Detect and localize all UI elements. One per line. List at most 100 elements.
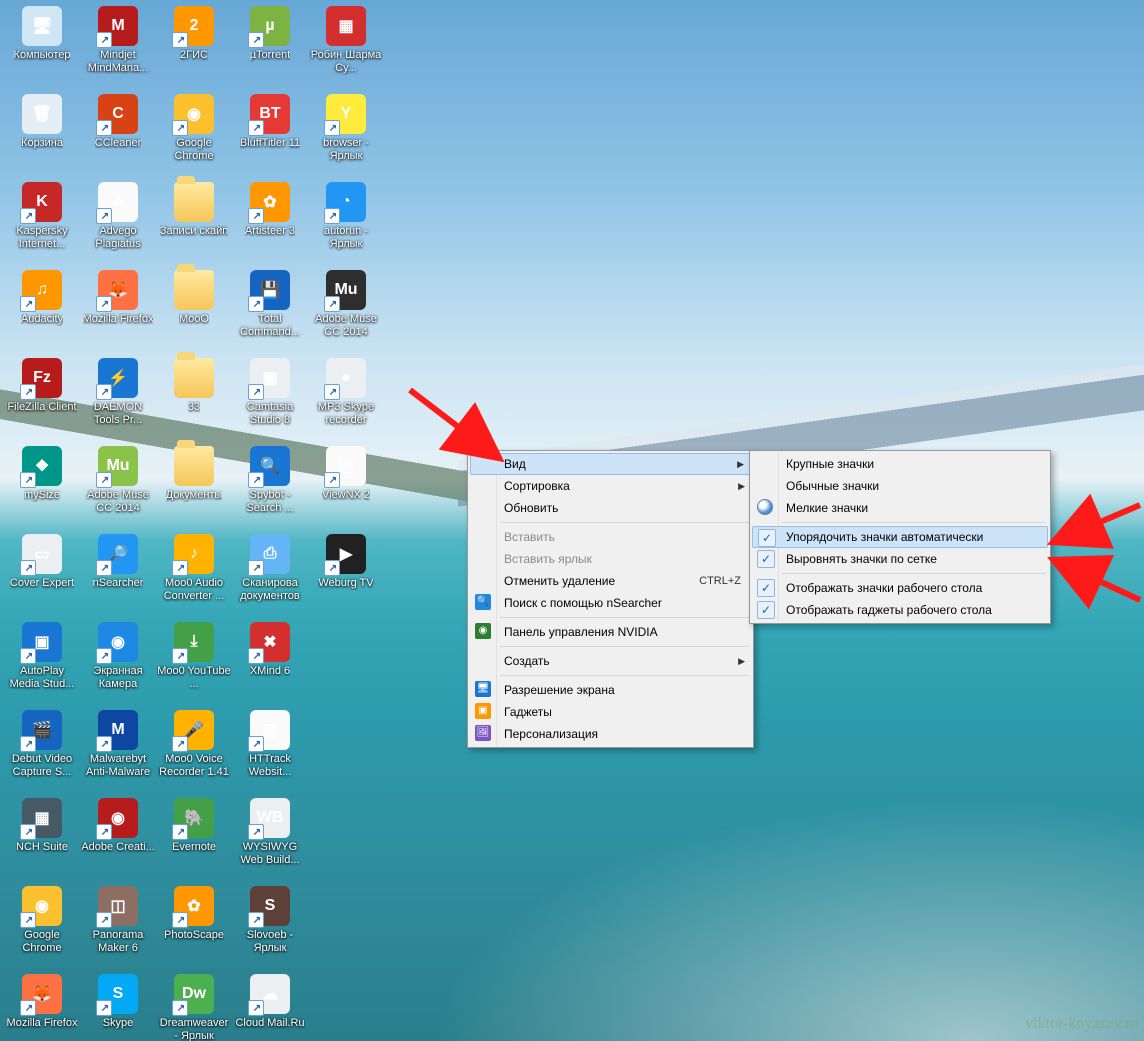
app-icon: S — [250, 886, 290, 926]
annotation-arrow-icon — [1050, 495, 1144, 558]
desktop-icon[interactable]: ▶Weburg TV — [308, 532, 384, 616]
menu-item[interactable]: 🖼Персонализация — [470, 723, 751, 745]
menu-separator — [500, 522, 749, 523]
desktop-icon[interactable]: ❖mySize — [4, 444, 80, 528]
menu-item[interactable]: 🖥Разрешение экрана — [470, 679, 751, 701]
app-icon: ✿ — [250, 182, 290, 222]
app-icon: 🔎 — [98, 534, 138, 574]
desktop-icon[interactable]: 🗑Корзина — [4, 92, 80, 176]
desktop-icon-label: Документы — [166, 489, 223, 502]
menu-item-label: Крупные значки — [786, 457, 874, 471]
desktop-icon[interactable]: Документы — [156, 444, 232, 528]
menu-item[interactable]: 🔍Поиск с помощью nSearcher — [470, 592, 751, 614]
desktop-icon[interactable]: ◉Google Chrome — [156, 92, 232, 176]
desktop-icon[interactable]: 🦊Mozilla Firefox — [80, 268, 156, 352]
desktop-icon[interactable]: ⤓Moo0 YouTube ... — [156, 620, 232, 704]
desktop-icon-label: mySize — [24, 489, 60, 502]
menu-item[interactable]: ▣Гаджеты — [470, 701, 751, 723]
desktop-icon[interactable]: MuAdobe Muse CC 2014 — [308, 268, 384, 352]
desktop-icon[interactable]: ▭Cover Expert — [4, 532, 80, 616]
desktop-icon-label: Weburg TV — [318, 577, 373, 590]
desktop-icon[interactable]: WBWYSIWYG Web Build... — [232, 796, 308, 880]
menu-item[interactable]: ✓Отображать значки рабочего стола — [752, 577, 1048, 599]
desktop-icon[interactable]: ✿Artisteer 3 — [232, 180, 308, 264]
desktop-icon[interactable]: AAdvego Plagiatus — [80, 180, 156, 264]
menu-item[interactable]: Сортировка▶ — [470, 475, 751, 497]
desktop-icon[interactable]: 🎬Debut Video Capture S... — [4, 708, 80, 792]
desktop-icon[interactable]: ◉Экранная Камера — [80, 620, 156, 704]
app-icon: ⎙ — [250, 534, 290, 574]
desktop-icon[interactable]: MuAdobe Muse CC 2014 — [80, 444, 156, 528]
app-icon: ▦ — [22, 798, 62, 838]
desktop-icon[interactable]: ◫Panorama Maker 6 — [80, 884, 156, 968]
app-icon: ◫ — [98, 886, 138, 926]
desktop-icon[interactable]: SSlovoeb - Ярлык — [232, 884, 308, 968]
app-icon: 🦊 — [22, 974, 62, 1014]
menu-item[interactable]: ◉Панель управления NVIDIA — [470, 621, 751, 643]
menu-item[interactable]: Крупные значки — [752, 453, 1048, 475]
desktop-icon[interactable]: ◉Adobe Creati... — [80, 796, 156, 880]
menu-item[interactable]: ✓Упорядочить значки автоматически — [752, 526, 1048, 548]
desktop-icon[interactable]: ✖XMind 6 — [232, 620, 308, 704]
desktop-icon[interactable]: ▣AutoPlay Media Stud... — [4, 620, 80, 704]
app-icon: ✿ — [174, 886, 214, 926]
desktop-icon[interactable]: 💾Total Command... — [232, 268, 308, 352]
desktop-icon[interactable]: 🖥Компьютер — [4, 4, 80, 88]
desktop-icon[interactable]: Записи скайп — [156, 180, 232, 264]
desktop-icon[interactable]: DwDreamweaver - Ярлык — [156, 972, 232, 1041]
menu-item[interactable]: Отменить удалениеCTRL+Z — [470, 570, 751, 592]
desktop-icon[interactable]: ▤HTTrack Websit... — [232, 708, 308, 792]
app-icon: Fz — [22, 358, 62, 398]
desktop-icon[interactable]: µµTorrent — [232, 4, 308, 88]
menu-item[interactable]: Создать▶ — [470, 650, 751, 672]
desktop-icon[interactable]: MMindjet MindMana... — [80, 4, 156, 88]
desktop-icon[interactable]: ⎙ Сканирова документов — [232, 532, 308, 616]
desktop-icon[interactable]: ☁Cloud Mail.Ru — [232, 972, 308, 1041]
desktop-icon[interactable]: SSkype — [80, 972, 156, 1041]
desktop-icon[interactable]: ▦Робин Шарма Су... — [308, 4, 384, 88]
desktop-icon[interactable]: Ybrowser - Ярлык — [308, 92, 384, 176]
desktop-icon-label: Kaspersky Internet... — [5, 225, 79, 251]
desktop-icon[interactable]: ◔autorun - Ярлык — [308, 180, 384, 264]
desktop-icon[interactable]: 🐘Evernote — [156, 796, 232, 880]
menu-item-label: Выровнять значки по сетке — [786, 552, 937, 566]
desktop-icon[interactable]: ♪Moo0 Audio Converter ... — [156, 532, 232, 616]
desktop-icon[interactable]: ⚡DAEMON Tools Pr... — [80, 356, 156, 440]
app-icon: Dw — [174, 974, 214, 1014]
desktop-icon[interactable]: ◳ViewNX 2 — [308, 444, 384, 528]
desktop-icon[interactable]: FzFileZilla Client — [4, 356, 80, 440]
app-icon: ◉ — [98, 798, 138, 838]
check-indicator-icon: ✓ — [757, 579, 775, 597]
desktop-icon[interactable]: 🔎nSearcher — [80, 532, 156, 616]
submenu-arrow-icon: ▶ — [737, 454, 744, 474]
desktop-icon[interactable]: ♫Audacity — [4, 268, 80, 352]
app-icon: ♫ — [22, 270, 62, 310]
menu-item[interactable]: ✓Выровнять значки по сетке — [752, 548, 1048, 570]
desktop-icon-label: Сканирова документов — [233, 577, 307, 603]
menu-item[interactable]: Мелкие значки — [752, 497, 1048, 519]
desktop-icon[interactable]: 33 — [156, 356, 232, 440]
desktop-icon[interactable]: ◉Google Chrome — [4, 884, 80, 968]
desktop-icon[interactable]: CCCleaner — [80, 92, 156, 176]
desktop-icon[interactable]: 🎤Moo0 Voice Recorder 1.41 — [156, 708, 232, 792]
desktop-icon[interactable]: 🔍Spybot - Search ... — [232, 444, 308, 528]
desktop-icon[interactable]: KKaspersky Internet... — [4, 180, 80, 264]
menu-item[interactable]: Обновить — [470, 497, 751, 519]
desktop-icon[interactable]: ▦NCH Suite — [4, 796, 80, 880]
view-submenu[interactable]: Крупные значки Обычные значкиМелкие значк… — [749, 450, 1051, 624]
menu-item[interactable]: Обычные значки — [752, 475, 1048, 497]
desktop-icon[interactable]: MMalwarebyt Anti-Malware — [80, 708, 156, 792]
desktop-icon[interactable]: ✿PhotoScape — [156, 884, 232, 968]
desktop-icon[interactable]: 22ГИС — [156, 4, 232, 88]
desktop-icon[interactable]: BTBluffTitler 11 — [232, 92, 308, 176]
menu-item[interactable]: ✓Отображать гаджеты рабочего стола — [752, 599, 1048, 621]
desktop-icon[interactable]: ●MP3 Skype recorder — [308, 356, 384, 440]
desktop-icon[interactable]: ▣Camtasia Studio 8 — [232, 356, 308, 440]
desktop-icon-label: Google Chrome — [157, 137, 231, 163]
desktop-icon-label: autorun - Ярлык — [309, 225, 383, 251]
desktop-context-menu[interactable]: Вид▶Сортировка▶ОбновитьВставитьВставить … — [467, 450, 754, 748]
desktop-icon[interactable]: 🦊Mozilla Firefox — [4, 972, 80, 1041]
desktop-icon[interactable]: MooO — [156, 268, 232, 352]
menu-item[interactable]: Вид▶ — [470, 453, 751, 475]
desktop[interactable]: 🖥КомпьютерMMindjet MindMana...22ГИСµµTor… — [0, 0, 1144, 1041]
